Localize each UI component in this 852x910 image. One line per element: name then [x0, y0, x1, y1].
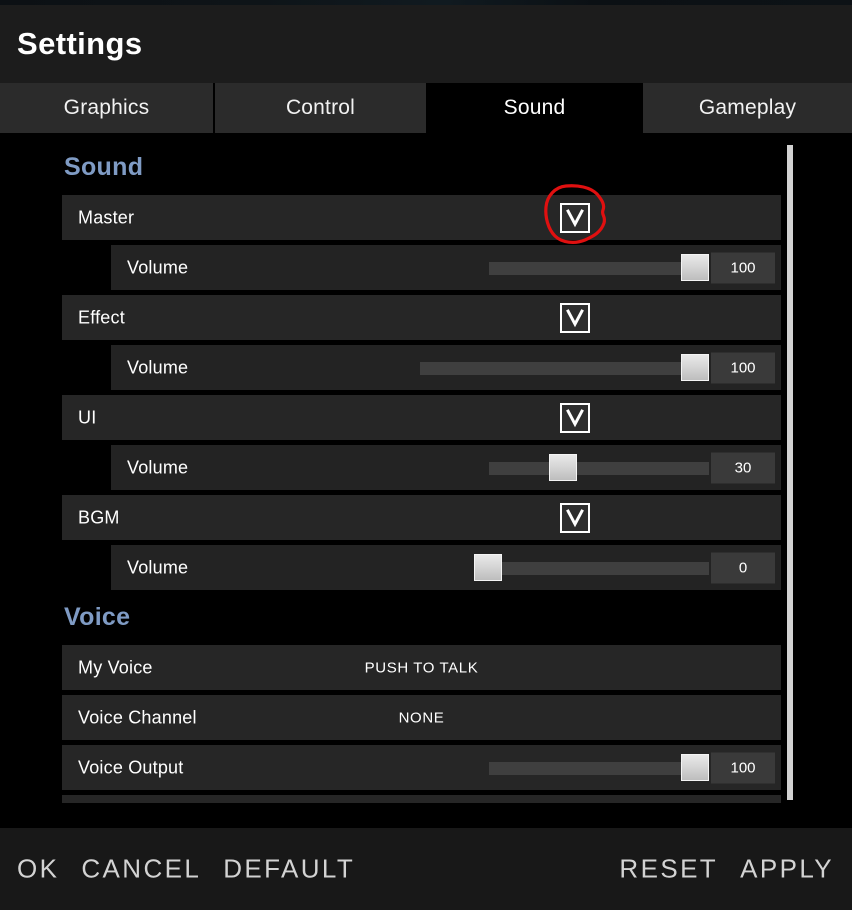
row-master[interactable]: Master — [62, 195, 781, 240]
row-voice-channel[interactable]: Voice Channel NONE — [62, 695, 781, 740]
row-bgm-volume[interactable]: Volume 0 — [111, 545, 781, 590]
row-voice-output[interactable]: Voice Output 100 — [62, 745, 781, 790]
row-ui-label: UI — [78, 407, 97, 427]
row-master-volume-label: Volume — [127, 257, 189, 277]
value-bgm-volume: 0 — [711, 552, 775, 583]
row-ui-volume[interactable]: Volume 30 — [111, 445, 781, 490]
slider-thumb[interactable] — [549, 453, 577, 481]
row-voice-output-label: Voice Output — [78, 757, 184, 777]
row-bgm-label: BGM — [78, 507, 120, 527]
tab-gameplay-label: Gameplay — [698, 96, 797, 119]
tab-graphics-label: Graphics — [63, 96, 150, 119]
slider-effect-volume[interactable] — [420, 353, 709, 381]
section-title-sound: Sound — [64, 153, 144, 181]
footer-right-group: RESET APPLY — [597, 854, 834, 885]
value-my-voice: PUSH TO TALK — [364, 659, 479, 676]
footer-bar: OK CANCEL DEFAULT RESET APPLY — [0, 828, 852, 910]
tab-bar: Graphics Control Sound Gameplay — [0, 83, 852, 133]
slider-thumb[interactable] — [681, 753, 709, 781]
cancel-button[interactable]: CANCEL — [81, 854, 201, 885]
check-v-icon — [566, 208, 584, 227]
settings-content: Sound Master Volume 100 Effect Volume 10… — [0, 133, 852, 803]
slider-track — [420, 361, 684, 375]
check-v-icon — [566, 408, 584, 427]
slider-thumb[interactable] — [681, 253, 709, 281]
value-effect-volume: 100 — [711, 352, 775, 383]
slider-track — [489, 261, 684, 275]
value-master-volume: 100 — [711, 252, 775, 283]
row-effect[interactable]: Effect — [62, 295, 781, 340]
row-master-volume[interactable]: Volume 100 — [111, 245, 781, 290]
tab-gameplay[interactable]: Gameplay — [643, 83, 852, 133]
row-ui[interactable]: UI — [62, 395, 781, 440]
checkbox-ui[interactable] — [560, 402, 590, 433]
slider-track — [489, 761, 684, 775]
value-voice-output: 100 — [711, 752, 775, 783]
row-ui-volume-label: Volume — [127, 457, 189, 477]
slider-thumb[interactable] — [681, 353, 709, 381]
checkbox-master[interactable] — [560, 202, 590, 233]
reset-button[interactable]: RESET — [619, 854, 718, 885]
settings-window: Settings Graphics Control Sound Gameplay… — [0, 0, 852, 910]
check-v-icon — [566, 308, 584, 327]
tab-sound-label: Sound — [503, 96, 566, 119]
checkbox-bgm[interactable] — [560, 502, 590, 533]
slider-ui-volume[interactable] — [489, 453, 709, 481]
row-effect-volume-label: Volume — [127, 357, 189, 377]
content-scrollbar-track[interactable] — [787, 145, 793, 800]
value-ui-volume: 30 — [711, 452, 775, 483]
tab-control-label: Control — [285, 96, 356, 119]
title-bar: Settings — [0, 5, 852, 83]
row-next-partial[interactable] — [62, 795, 781, 803]
ok-button[interactable]: OK — [17, 854, 59, 885]
slider-master-volume[interactable] — [489, 253, 709, 281]
page-title: Settings — [17, 26, 143, 61]
footer-left-group: OK CANCEL DEFAULT — [17, 854, 377, 885]
value-voice-channel: NONE — [398, 709, 445, 726]
tab-graphics[interactable]: Graphics — [0, 83, 213, 133]
default-button[interactable]: DEFAULT — [223, 854, 355, 885]
slider-track — [474, 561, 709, 575]
section-title-voice: Voice — [64, 603, 131, 631]
content-scrollbar-thumb[interactable] — [787, 145, 793, 800]
slider-voice-output[interactable] — [489, 753, 709, 781]
apply-button[interactable]: APPLY — [740, 854, 834, 885]
slider-track — [489, 461, 709, 475]
tab-control[interactable]: Control — [215, 83, 426, 133]
row-bgm[interactable]: BGM — [62, 495, 781, 540]
row-effect-volume[interactable]: Volume 100 — [111, 345, 781, 390]
row-effect-label: Effect — [78, 307, 125, 327]
checkbox-effect[interactable] — [560, 302, 590, 333]
tab-sound[interactable]: Sound — [428, 83, 641, 133]
row-bgm-volume-label: Volume — [127, 557, 189, 577]
row-master-label: Master — [78, 207, 135, 227]
slider-thumb[interactable] — [474, 553, 502, 581]
check-v-icon — [566, 508, 584, 527]
row-my-voice[interactable]: My Voice PUSH TO TALK — [62, 645, 781, 690]
slider-bgm-volume[interactable] — [474, 553, 709, 581]
